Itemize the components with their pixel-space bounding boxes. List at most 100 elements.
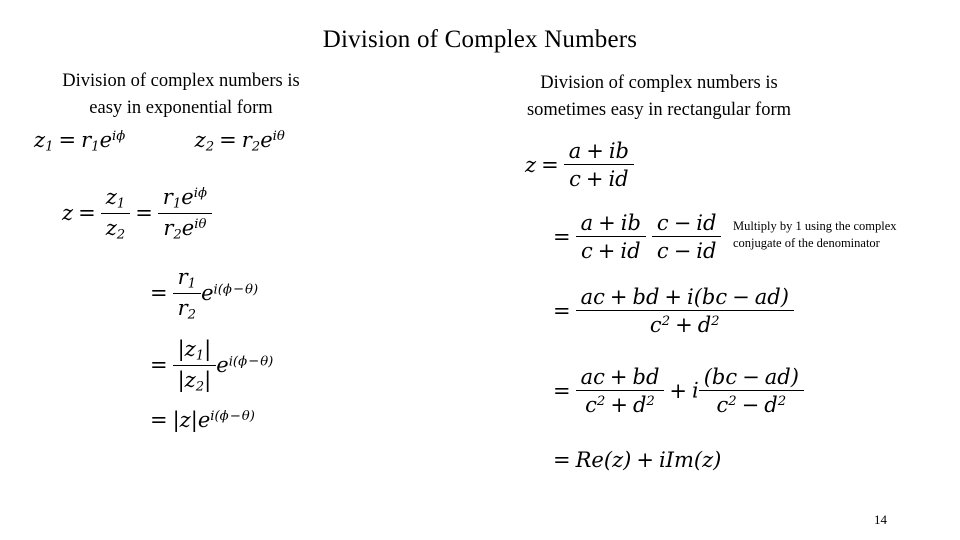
r1-subscript: 1 xyxy=(91,139,100,155)
fraction-original: a + ib c + id xyxy=(575,210,646,263)
left-column-heading: Division of complex numbers is easy in e… xyxy=(14,68,348,122)
r1-symbol: r xyxy=(81,128,92,152)
term-c: c xyxy=(716,392,729,417)
plus-sign: + xyxy=(675,312,693,337)
minus-sign: − xyxy=(248,354,260,370)
exponent-two: 2 xyxy=(728,394,737,410)
page-title: Division of Complex Numbers xyxy=(322,26,638,53)
denominator-exponent: iθ xyxy=(194,217,206,232)
term-ib: ib xyxy=(608,138,629,163)
minus-sign: − xyxy=(232,282,245,298)
plus-sign: + xyxy=(585,166,604,191)
term-id: id xyxy=(696,210,717,235)
term-ad: ad xyxy=(754,284,781,309)
term-bc: bc xyxy=(711,364,738,389)
plus-sign: + xyxy=(664,284,682,309)
fraction-conjugate-ratio: c − id c − id xyxy=(651,210,722,263)
denominator-modulus-z: |z xyxy=(177,367,196,392)
numerator-modulus-z: |z xyxy=(177,336,196,361)
numerator-bar: | xyxy=(204,336,212,361)
minus-sign: − xyxy=(229,409,241,425)
z-symbol: z xyxy=(525,152,537,177)
angle-phi: ϕ xyxy=(116,129,126,145)
equals-sign: = xyxy=(150,353,168,378)
angle-phi: ϕ xyxy=(197,186,207,202)
numerator-exponent: iϕ xyxy=(194,186,207,201)
fraction-denominator: c2− d2 xyxy=(699,391,804,417)
r2-subscript: 2 xyxy=(251,139,261,155)
open-paren: ( xyxy=(693,284,702,309)
exponential-base: e xyxy=(181,215,195,240)
fraction-modulus-ratio: |z1| |z2| xyxy=(172,336,217,395)
minus-sign: − xyxy=(742,364,760,389)
term-ac: ac xyxy=(580,364,605,389)
term-a: a xyxy=(580,210,594,235)
z1-subscript: 1 xyxy=(45,139,54,155)
fraction-numerator: z1 xyxy=(100,184,131,214)
exponential-base: e xyxy=(260,128,273,152)
fraction-numerator: ac + bd xyxy=(575,364,665,391)
conjugate-multiplication: a + ib c + id c − id c − id xyxy=(575,210,722,264)
z-symbol: z xyxy=(612,448,624,472)
denominator-subscript: 2 xyxy=(116,227,126,243)
equals-sign: = xyxy=(541,152,559,177)
term-ad: ad xyxy=(764,364,791,389)
exponential-base: e xyxy=(181,184,194,209)
term-d: d xyxy=(697,312,712,337)
angle-theta: θ xyxy=(260,354,269,370)
term-c: c xyxy=(569,166,581,191)
exponent-angle-difference: i(ϕ−θ) xyxy=(214,282,259,297)
fraction-numerator: c − id xyxy=(651,210,722,237)
fraction-z1-over-z2: z1 z 2 xyxy=(100,184,131,243)
fraction-denominator: c + id xyxy=(576,237,646,263)
term-id: id xyxy=(608,166,629,191)
page-number: 14 xyxy=(874,512,887,527)
numerator-r: r xyxy=(177,264,188,289)
z2-symbol: z xyxy=(194,128,206,152)
term-d: d xyxy=(632,392,647,417)
equals-sign: = xyxy=(553,298,571,323)
denominator-r: r xyxy=(163,215,174,240)
real-part-operator: Re xyxy=(575,448,604,472)
open-paren: ( xyxy=(703,364,712,389)
conjugate-annotation: Multiply by 1 using the complex conjugat… xyxy=(733,218,951,252)
fraction-denominator: r2eiθ xyxy=(158,214,212,243)
fraction-denominator: c − id xyxy=(652,237,722,263)
denominator-subscript: 2 xyxy=(187,307,197,323)
equals-sign: = xyxy=(553,378,571,403)
plus-sign: + xyxy=(597,238,616,263)
plus-sign: + xyxy=(636,448,654,472)
equals-sign: = xyxy=(150,408,168,432)
open-paren: ( xyxy=(603,448,613,472)
equals-sign: = xyxy=(219,128,237,152)
numerator-subscript: 1 xyxy=(116,196,126,212)
equation-division-step-3: = |z1| |z2| ei(ϕ−θ) xyxy=(145,336,273,395)
close-paren: ) xyxy=(713,448,722,472)
term-bd: bd xyxy=(632,364,660,389)
term-c: c xyxy=(580,238,593,263)
exponent-two: 2 xyxy=(661,314,671,330)
fraction-numerator: a + ib xyxy=(563,138,634,165)
annotation-line-1: Multiply by 1 using the complex xyxy=(733,219,897,233)
exponential-base: e xyxy=(197,408,211,432)
r2-symbol: r xyxy=(241,128,252,152)
fraction-denominator: r2 xyxy=(173,294,201,323)
fraction-r1-over-r2: r1 r2 xyxy=(172,264,202,323)
z1-exponent: iϕ xyxy=(112,129,125,144)
z1-symbol: z xyxy=(34,128,46,152)
numerator-z: z xyxy=(105,184,117,209)
close-paren: ) xyxy=(249,409,255,425)
term-c: c xyxy=(656,210,669,235)
fraction-numerator: a + ib xyxy=(575,210,646,237)
z-symbol: z xyxy=(62,201,74,226)
fraction-denominator: |z2| xyxy=(173,366,217,395)
angle-theta: θ xyxy=(198,216,207,232)
z2-exponent: iθ xyxy=(273,129,285,144)
denominator-r: r xyxy=(177,295,188,320)
plus-sign: + xyxy=(669,378,687,403)
fraction-polar-forms: r1eiϕ r2eiθ xyxy=(157,184,212,243)
exponent-angle-difference: i(ϕ−θ) xyxy=(210,409,255,424)
term-id: id xyxy=(696,238,717,263)
right-heading-line-1: Division of complex numbers is xyxy=(540,73,778,93)
term-a: a xyxy=(568,138,582,163)
